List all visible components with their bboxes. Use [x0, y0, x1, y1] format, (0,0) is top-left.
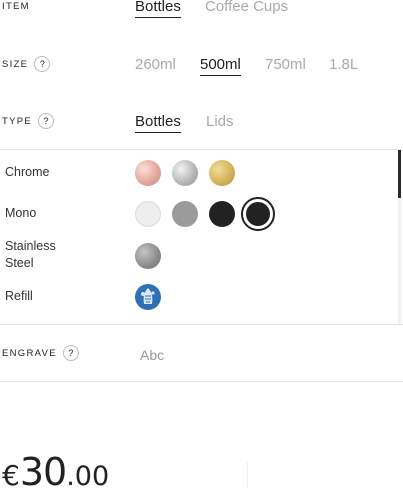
- type-help-button[interactable]: ?: [38, 113, 55, 129]
- swatch-stainless-steel[interactable]: [135, 243, 161, 269]
- size-label-row: SIZE ?: [2, 56, 51, 72]
- refill-pattern-icon: [141, 288, 155, 304]
- size-option-500ml[interactable]: 500ml: [200, 56, 241, 76]
- engrave-help-button[interactable]: ?: [62, 345, 79, 361]
- divider: [0, 381, 403, 382]
- price: €30.00: [2, 450, 109, 494]
- engrave-label: ENGRAVE: [2, 347, 57, 359]
- engrave-input[interactable]: [138, 343, 342, 367]
- swatch-mono-black[interactable]: [209, 201, 235, 227]
- divider: [0, 324, 403, 325]
- finish-label-mono: Mono: [5, 206, 37, 220]
- divider: [0, 149, 403, 150]
- size-option-1-8l[interactable]: 1.8L: [329, 56, 358, 73]
- type-option-lids[interactable]: Lids: [206, 113, 234, 130]
- swatch-mono-grey[interactable]: [172, 201, 198, 227]
- size-help-button[interactable]: ?: [34, 56, 51, 72]
- item-option-coffee-cups[interactable]: Coffee Cups: [205, 0, 288, 15]
- price-currency: €: [2, 459, 20, 492]
- finish-label-refill: Refill: [5, 289, 33, 303]
- swatch-chrome-silver[interactable]: [172, 160, 198, 186]
- swatch-chrome-gold[interactable]: [209, 160, 235, 186]
- finish-scrollbar-thumb[interactable]: [398, 150, 401, 198]
- type-label-row: TYPE ?: [2, 113, 55, 129]
- size-option-260ml[interactable]: 260ml: [135, 56, 176, 73]
- swatch-selected-inner: [246, 202, 270, 226]
- engrave-label-row: ENGRAVE ?: [2, 345, 79, 361]
- type-label: TYPE: [2, 115, 33, 127]
- price-whole: 30: [19, 450, 67, 494]
- finish-label-stainless-steel: Stainless Steel: [5, 239, 56, 270]
- finish-label-chrome: Chrome: [5, 165, 50, 179]
- swatch-mono-black-selected[interactable]: [241, 197, 275, 231]
- item-label: ITEM: [2, 1, 30, 12]
- divider: [247, 462, 248, 488]
- price-cents: .00: [66, 461, 110, 492]
- size-label: SIZE: [2, 58, 29, 70]
- swatch-chrome-rose[interactable]: [135, 160, 161, 186]
- swatch-refill[interactable]: [135, 284, 161, 310]
- item-label-row: ITEM: [2, 1, 30, 12]
- size-option-750ml[interactable]: 750ml: [265, 56, 306, 73]
- swatch-mono-white[interactable]: [135, 201, 161, 227]
- type-option-bottles[interactable]: Bottles: [135, 113, 181, 133]
- item-option-bottles[interactable]: Bottles: [135, 0, 181, 18]
